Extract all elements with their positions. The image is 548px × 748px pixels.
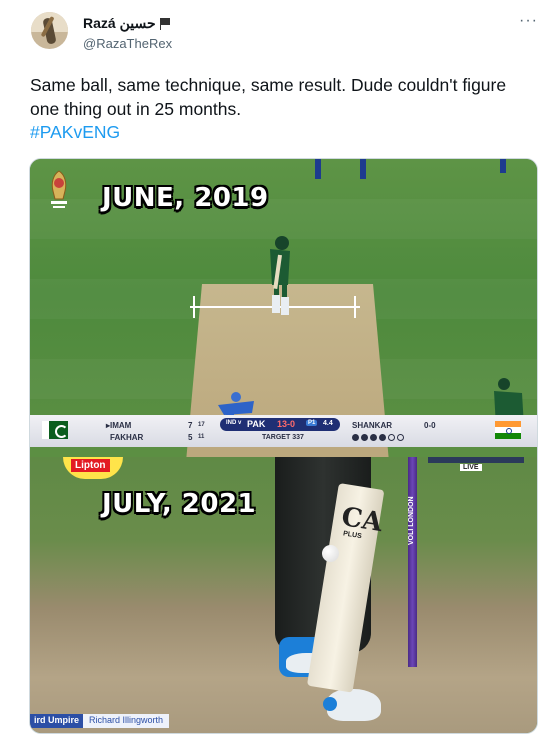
india-flag-icon bbox=[495, 421, 521, 439]
bowler-figures: 0-0 bbox=[424, 421, 436, 430]
user-name-row[interactable]: Razá حسین bbox=[83, 15, 171, 32]
user-avatar[interactable] bbox=[31, 12, 68, 49]
broadcaster-logo bbox=[428, 457, 524, 463]
bat-model: PLUS bbox=[342, 530, 363, 541]
world-cup-logo-icon bbox=[51, 170, 67, 208]
more-options-button[interactable]: ··· bbox=[519, 12, 538, 30]
umpire-name: Richard Illingworth bbox=[83, 714, 170, 728]
batsman2-balls: 11 bbox=[198, 434, 205, 440]
batsman1-name: ▸IMAM bbox=[106, 421, 132, 430]
fielder-leg bbox=[500, 159, 506, 173]
batsman1-runs: 7 bbox=[188, 421, 193, 430]
scoreboard-overlay: ▸IMAM 7 17 FAKHAR 5 11 IND v PAK 13-0 P1… bbox=[30, 415, 537, 447]
fielder-leg bbox=[315, 159, 321, 179]
user-handle[interactable]: @RazaTheRex bbox=[83, 36, 172, 51]
cricket-ball bbox=[322, 545, 339, 562]
date-caption-top: JUNE, 2019 bbox=[102, 183, 269, 213]
tweet-text: Same ball, same technique, same result. … bbox=[30, 75, 507, 119]
tweet-media-image[interactable]: JUNE, 2019 ▸IMAM 7 17 FAKHAR 5 11 IND v … bbox=[29, 158, 538, 734]
user-display-name[interactable]: Razá حسین bbox=[83, 15, 156, 32]
batsman1-balls: 17 bbox=[198, 422, 205, 428]
pakistan-flag-icon bbox=[42, 421, 68, 439]
stump-text: VOLI LONDON bbox=[408, 496, 415, 546]
fielder-leg bbox=[360, 159, 366, 179]
overs-value: 4.4 bbox=[323, 420, 333, 427]
bowler-name: SHANKAR bbox=[352, 421, 392, 430]
hashtag-link[interactable]: #PAKvENG bbox=[30, 122, 120, 143]
phase-label: P1 bbox=[306, 420, 318, 426]
ball-dot bbox=[361, 434, 368, 441]
date-caption-bottom: JULY, 2021 bbox=[102, 489, 257, 519]
target-label: TARGET 337 bbox=[262, 434, 304, 441]
ball-dot bbox=[352, 434, 359, 441]
batsman2-name: FAKHAR bbox=[110, 433, 144, 442]
ball-dot bbox=[370, 434, 377, 441]
batsman2-runs: 5 bbox=[188, 433, 193, 442]
third-umpire-bar: ird Umpire Richard Illingworth bbox=[30, 714, 170, 728]
top-frame-2019: JUNE, 2019 bbox=[30, 159, 537, 584]
ball-dot bbox=[388, 434, 395, 441]
batsman-figure bbox=[270, 236, 290, 315]
sponsor-text: Lipton bbox=[71, 459, 110, 472]
matchup-label: IND v bbox=[226, 420, 242, 426]
live-badge: LIVE bbox=[460, 464, 482, 471]
bottom-frame-2021: Lipton LIVE CA PLUS VOLI LONDON JULY, 20… bbox=[30, 457, 537, 733]
score-value: 13-0 bbox=[277, 419, 296, 429]
ball-dot bbox=[397, 434, 404, 441]
team-label: PAK bbox=[247, 419, 266, 429]
return-crease bbox=[193, 296, 195, 318]
umpire-label: ird Umpire bbox=[30, 714, 84, 728]
ball-dot bbox=[379, 434, 386, 441]
shoe-accent bbox=[323, 697, 337, 711]
flag-icon bbox=[159, 18, 171, 30]
ball-tracker bbox=[352, 434, 404, 441]
tweet-card: Razá حسین @RazaTheRex ··· Same ball, sam… bbox=[0, 0, 548, 748]
lipton-sponsor-logo: Lipton bbox=[63, 457, 123, 479]
return-crease bbox=[354, 296, 356, 318]
